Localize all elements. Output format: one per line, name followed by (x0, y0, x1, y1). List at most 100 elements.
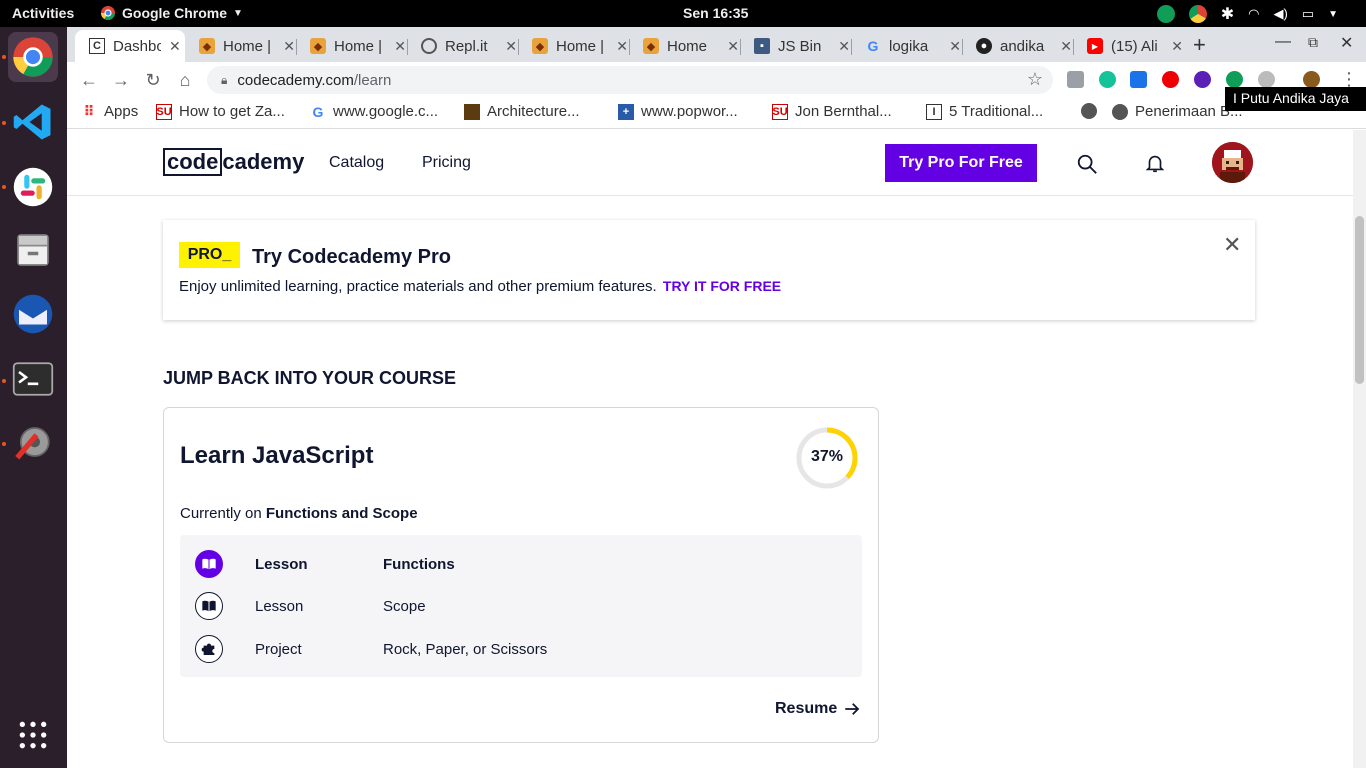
screenshot-extension-icon[interactable] (1067, 71, 1084, 88)
clock[interactable]: Sen 16:35 (683, 5, 748, 21)
volume-icon[interactable]: ◀) (1273, 6, 1287, 22)
dock-files[interactable] (8, 225, 58, 275)
translate-extension-icon[interactable] (1130, 71, 1147, 88)
dock-slack[interactable] (8, 162, 58, 212)
try-pro-button[interactable]: Try Pro For Free (885, 144, 1037, 182)
dock-settings[interactable] (8, 417, 58, 467)
tab-home-3[interactable]: ◆ Home | ✕ (518, 30, 628, 62)
tab-title: JS Bin (778, 37, 822, 55)
minimize-button[interactable]: — (1275, 33, 1291, 51)
lesson-name: Scope (383, 598, 426, 615)
bookmark-zakat[interactable]: SU How to get Za... (156, 103, 285, 120)
course-card[interactable]: Learn JavaScript 37% Currently on Functi… (163, 407, 879, 743)
vscode-icon (13, 104, 51, 140)
hangouts-icon[interactable] (1156, 5, 1175, 23)
nav-catalog[interactable]: Catalog (329, 154, 384, 172)
system-tray: ✱ ◠ ◀) ▭ ▼ (1156, 4, 1338, 24)
home-button[interactable]: ⌂ (173, 68, 197, 92)
close-icon[interactable]: ✕ (727, 38, 739, 55)
chevron-down-icon[interactable]: ▼ (1328, 9, 1338, 20)
bookmark-label: www.popwor... (641, 103, 738, 120)
url-host: codecademy.com (237, 71, 354, 89)
bookmark-architecture[interactable]: Architecture... (464, 103, 580, 120)
battery-icon[interactable]: ▭ (1302, 6, 1314, 22)
back-button[interactable]: ← (77, 68, 101, 92)
grammarly-icon[interactable] (1099, 71, 1116, 88)
bookmark-globe[interactable] (1081, 103, 1104, 119)
page-scrollbar[interactable] (1353, 130, 1366, 768)
new-tab-button[interactable]: + (1193, 32, 1206, 58)
slack-tray-icon[interactable]: ✱ (1221, 4, 1234, 24)
dock-terminal[interactable] (8, 354, 58, 404)
tab-youtube[interactable]: ▶ (15) Ali ✕ (1073, 30, 1183, 62)
download-extension-icon[interactable] (1194, 71, 1211, 88)
dock-thunderbird[interactable] (8, 289, 58, 339)
bookmark-popworld[interactable]: + www.popwor... (618, 103, 738, 120)
pro-banner: PRO_ Try Codecademy Pro Enjoy unlimited … (163, 220, 1255, 320)
tab-github[interactable]: ● andika ✕ (962, 30, 1072, 62)
bell-icon[interactable] (1144, 152, 1166, 174)
chrome-icon (101, 6, 115, 20)
dock-show-apps[interactable] (8, 710, 58, 760)
hangouts-extension-icon[interactable] (1226, 71, 1243, 88)
maximize-button[interactable]: ⧉ (1308, 34, 1318, 51)
tab-title: Home | (334, 37, 383, 55)
course-title[interactable]: Learn JavaScript (180, 442, 373, 470)
tab-home-2[interactable]: ◆ Home | ✕ (296, 30, 406, 62)
lesson-name: Rock, Paper, or Scissors (383, 641, 548, 658)
wifi-icon[interactable]: ◠ (1248, 6, 1259, 22)
bookmark-label: Jon Bernthal... (795, 103, 892, 120)
nav-pricing[interactable]: Pricing (422, 154, 471, 172)
list-item[interactable]: Lesson Functions (180, 549, 862, 579)
reload-button[interactable]: ↻ (141, 68, 165, 92)
bookmark-google[interactable]: G www.google.c... (310, 103, 439, 120)
apps-grid-icon: ⠿ (83, 103, 95, 119)
close-icon[interactable]: ✕ (283, 38, 295, 55)
close-icon[interactable]: ✕ (1060, 38, 1072, 55)
close-window-button[interactable]: ✕ (1340, 33, 1353, 53)
app-menu[interactable]: Google Chrome ▼ (100, 5, 243, 21)
close-icon[interactable]: ✕ (169, 38, 181, 55)
dock-running-indicator (2, 185, 6, 189)
close-icon[interactable]: ✕ (505, 38, 517, 55)
address-bar[interactable]: 🔒︎ codecademy.com/learn ☆ (207, 66, 1053, 94)
tab-jsbin[interactable]: ▪ JS Bin ✕ (740, 30, 850, 62)
tab-home-1[interactable]: ◆ Home | ✕ (185, 30, 295, 62)
bookmark-jon-bernthal[interactable]: SU Jon Bernthal... (772, 103, 892, 120)
blocked-extension-icon[interactable] (1258, 71, 1275, 88)
tab-home-4[interactable]: ◆ Home ✕ (629, 30, 739, 62)
close-icon[interactable]: ✕ (616, 38, 628, 55)
lesson-type: Project (255, 641, 302, 658)
close-icon[interactable]: ✕ (394, 38, 406, 55)
user-avatar[interactable] (1212, 142, 1253, 183)
resume-label: Resume (775, 700, 838, 717)
resume-button[interactable]: Resume (775, 700, 861, 718)
bookmark-traditional[interactable]: I 5 Traditional... (926, 103, 1043, 120)
dock-chrome[interactable] (8, 32, 58, 82)
close-icon[interactable]: ✕ (949, 38, 961, 55)
dock-running-indicator (2, 442, 6, 446)
bookmark-penerimaan[interactable]: Penerimaan B... (1112, 103, 1243, 120)
star-icon[interactable]: ☆ (1027, 69, 1043, 90)
close-icon[interactable]: ✕ (1223, 232, 1241, 258)
scrollbar-thumb[interactable] (1355, 216, 1364, 384)
list-item[interactable]: Project Rock, Paper, or Scissors (180, 634, 862, 664)
chrome-tray-icon[interactable] (1188, 5, 1207, 23)
close-icon[interactable]: ✕ (1171, 38, 1183, 55)
tab-replit[interactable]: Repl.it ✕ (407, 30, 517, 62)
tab-logika[interactable]: G logika ✕ (851, 30, 961, 62)
tab-dashboard[interactable]: C Dashbo ✕ (75, 30, 185, 62)
tab-title: (15) Ali (1111, 37, 1158, 55)
dock-vscode[interactable] (8, 97, 58, 147)
adblock-icon[interactable] (1162, 71, 1179, 88)
close-icon[interactable]: ✕ (838, 38, 850, 55)
profile-avatar-icon[interactable] (1303, 71, 1320, 88)
lesson-name: Functions (383, 556, 455, 573)
try-it-for-free-link[interactable]: TRY IT FOR FREE (663, 278, 781, 294)
list-item[interactable]: Lesson Scope (180, 591, 862, 621)
activities-button[interactable]: Activities (12, 5, 74, 21)
codecademy-logo[interactable]: code cademy (163, 148, 304, 176)
bookmark-apps[interactable]: ⠿ Apps (81, 103, 139, 120)
search-icon[interactable] (1076, 153, 1098, 175)
forward-button[interactable]: → (109, 68, 133, 92)
